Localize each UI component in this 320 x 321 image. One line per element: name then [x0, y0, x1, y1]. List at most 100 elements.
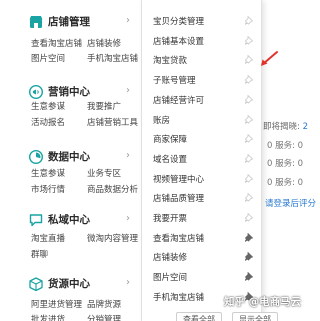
megaphone-icon: [29, 85, 43, 99]
section-private: 私域中心 › 淘宝直播 微淘内容管理 群聊: [0, 210, 142, 260]
submenu-item-label: 店铺基本设置: [153, 36, 205, 47]
pin-icon[interactable]: [245, 55, 253, 65]
link-mobile-shop[interactable]: 手机淘宝店铺: [87, 52, 138, 64]
shop-submenu: 宝贝分类管理 店铺基本设置 淘宝贷款子账号管理店铺经营许可 账房商家保障域名设置视频管…: [142, 0, 262, 321]
pin-filled-icon[interactable]: [245, 252, 253, 262]
link-promote[interactable]: 我要推广: [87, 100, 121, 112]
section-shop: 店铺管理 › 查看淘宝店铺 店铺装修 图片空间 手机淘宝店铺: [0, 12, 142, 64]
section-head-marketing[interactable]: 营销中心 ›: [0, 82, 142, 102]
submenu-item[interactable]: 账房: [142, 110, 262, 130]
submenu-item[interactable]: 子账号管理: [142, 70, 262, 90]
chevron-right-icon: ›: [126, 15, 130, 26]
section-head-shop[interactable]: 店铺管理 ›: [0, 12, 142, 32]
link-brand-supply[interactable]: 品牌货源: [87, 298, 121, 310]
link-view-shop[interactable]: 查看淘宝店铺: [31, 37, 82, 49]
submenu-item[interactable]: 淘宝贷款: [142, 50, 262, 70]
pin-filled-icon[interactable]: [245, 272, 253, 281]
submenu-item-label: 图片空间: [153, 273, 188, 284]
section-title: 私域中心: [48, 214, 90, 226]
pending-label-text: 即将揭晓:: [263, 122, 303, 132]
chevron-right-icon: ›: [126, 213, 130, 224]
store-icon: [29, 16, 43, 28]
submenu-item[interactable]: 视频管理中心: [142, 169, 262, 189]
link-wholesale[interactable]: 批发进货: [31, 313, 65, 321]
pin-icon[interactable]: [245, 134, 253, 144]
submenu-item-label: 我要开票: [153, 214, 188, 224]
submenu-item-label: 宝贝分类管理: [153, 17, 205, 27]
pin-icon[interactable]: [245, 153, 253, 163]
pin-icon[interactable]: [245, 75, 253, 84]
submenu-item-label: 域名设置: [153, 154, 188, 165]
submenu-item-label: 子账号管理: [153, 76, 196, 87]
pin-icon[interactable]: [245, 193, 253, 203]
link-shop-decoration[interactable]: 店铺装修: [87, 37, 121, 49]
service-row: 0 服务: 0: [267, 141, 304, 151]
link-weitao-content[interactable]: 微淘内容管理: [87, 232, 138, 244]
service-row: 0 服务: 0: [267, 178, 304, 188]
section-title: 货源中心: [48, 278, 90, 290]
red-arrow-annotation: [261, 51, 278, 66]
link-business-zone[interactable]: 业务专区: [87, 167, 121, 179]
pending-label: 即将揭晓: 2: [263, 120, 308, 132]
link-group-chat[interactable]: 群聊: [31, 248, 48, 260]
link-taobao-live[interactable]: 淘宝直播: [31, 232, 65, 244]
submenu-item[interactable]: 我要开票: [142, 208, 262, 228]
submenu-item[interactable]: 域名设置: [142, 149, 262, 169]
submenu-item-label: 店铺经营许可: [153, 95, 205, 106]
show-all-button[interactable]: 显示全部: [232, 312, 278, 321]
submenu-item[interactable]: 查看淘宝店铺: [142, 228, 262, 248]
submenu-item[interactable]: 图片空间: [142, 267, 262, 287]
section-marketing: 营销中心 › 生意参谋 我要推广 活动报名 店铺营销工具: [0, 82, 142, 128]
submenu-item-label: 视频管理中心: [153, 174, 205, 185]
chevron-right-icon: ›: [126, 85, 130, 96]
chevron-right-icon: ›: [126, 277, 130, 288]
link-event-signup[interactable]: 活动报名: [31, 116, 65, 128]
section-head-supply[interactable]: 货源中心 ›: [0, 274, 142, 294]
section-data: 数据中心 › 生意参谋 业务专区 市场行情 商品数据分析: [0, 147, 142, 195]
submenu-item[interactable]: 店铺品质管理: [142, 188, 262, 208]
pie-chart-icon: [29, 150, 43, 164]
link-product-analysis[interactable]: 商品数据分析: [87, 183, 138, 195]
pin-icon[interactable]: [245, 35, 253, 45]
pin-icon[interactable]: [245, 94, 253, 104]
submenu-item[interactable]: 店铺装修: [142, 247, 262, 267]
submenu-item-label: 手机淘宝店铺: [153, 292, 205, 303]
submenu-item-label: 淘宝贷款: [153, 56, 188, 67]
pending-count: 2: [302, 122, 308, 132]
pin-icon[interactable]: [245, 213, 253, 222]
service-row: 0 服务: 0: [267, 159, 304, 169]
login-to-rate-link[interactable]: 请登录后评分: [265, 197, 316, 209]
submenu-item[interactable]: 店铺经营许可: [142, 90, 262, 110]
watermark: 知乎 @电商马云: [224, 296, 302, 308]
section-title: 店铺管理: [48, 16, 90, 28]
chat-icon: [29, 214, 43, 227]
box-icon: [29, 277, 43, 291]
submenu-item-label: 商家保障: [153, 135, 188, 146]
chevron-right-icon: ›: [126, 150, 130, 161]
submenu-item-label: 账房: [153, 115, 171, 126]
submenu-item[interactable]: 宝贝分类管理: [142, 11, 262, 31]
section-head-data[interactable]: 数据中心 ›: [0, 147, 142, 167]
pin-filled-icon[interactable]: [245, 232, 253, 242]
link-market-trends[interactable]: 市场行情: [31, 183, 65, 195]
link-ali-purchase[interactable]: 阿里进货管理: [31, 298, 82, 310]
section-head-private[interactable]: 私域中心 ›: [0, 210, 142, 230]
category-panel: 店铺管理 › 查看淘宝店铺 店铺装修 图片空间 手机淘宝店铺 营销中心 › 生意…: [0, 0, 142, 321]
link-marketing-tools[interactable]: 店铺营销工具: [87, 116, 138, 128]
submenu-item-label: 查看淘宝店铺: [153, 233, 205, 244]
pin-icon[interactable]: [245, 16, 253, 25]
main-content-background: 即将揭晓: 2 0 服务: 0 0 服务: 0 0 服务: 0 请登录后评分: [263, 0, 316, 321]
section-title: 营销中心: [48, 86, 90, 98]
submenu-item-label: 店铺品质管理: [153, 194, 205, 205]
link-business-advisor-data[interactable]: 生意参谋: [31, 167, 65, 179]
submenu-item[interactable]: 商家保障: [142, 129, 262, 149]
submenu-item[interactable]: 店铺基本设置: [142, 31, 262, 51]
submenu-item-label: 店铺装修: [153, 253, 188, 264]
section-supply: 货源中心 › 阿里进货管理 品牌货源 批发进货 分销管理: [0, 274, 142, 321]
pin-icon[interactable]: [245, 173, 253, 183]
link-image-space[interactable]: 图片空间: [31, 52, 65, 64]
link-business-advisor[interactable]: 生意参谋: [31, 100, 65, 112]
view-all-button[interactable]: 查看全部: [176, 312, 222, 321]
pin-icon[interactable]: [245, 114, 253, 124]
link-distribution[interactable]: 分销管理: [87, 313, 121, 321]
